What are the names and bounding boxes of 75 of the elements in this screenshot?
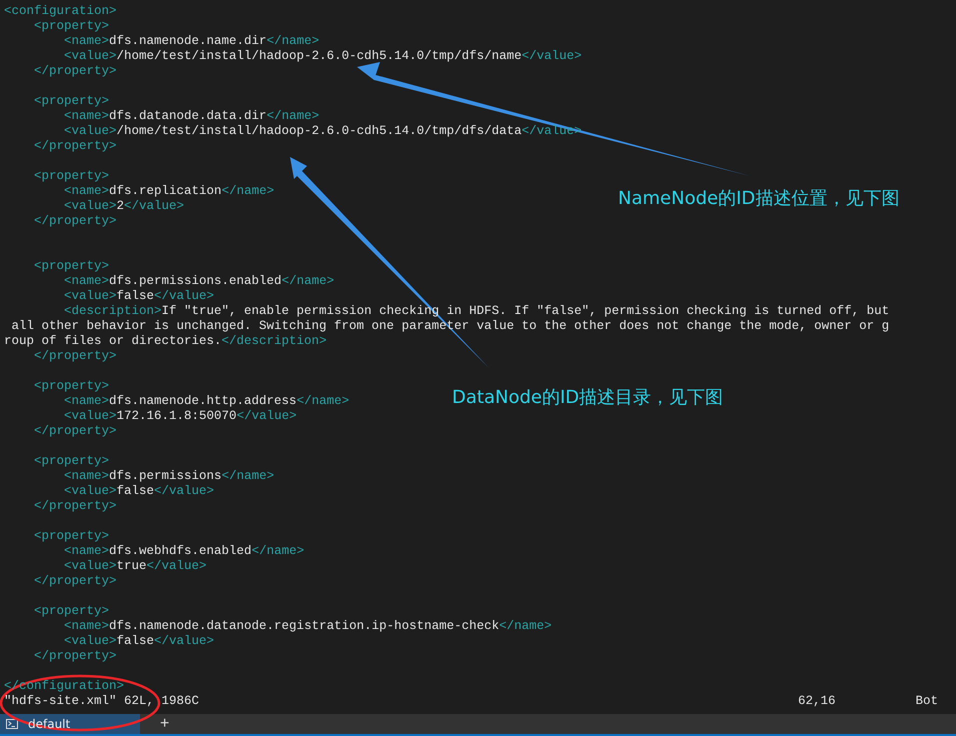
xml-tag: </property> — [4, 214, 117, 229]
xml-text: false — [116, 289, 154, 304]
xml-tag: </name> — [222, 469, 274, 484]
xml-tag: </property> — [4, 574, 117, 589]
file-info: "hdfs-site.xml" 62L, 1986C — [4, 694, 200, 709]
xml-tag: </value> — [522, 49, 582, 64]
xml-text: /home/test/install/hadoop-2.6.0-cdh5.14.0/tmp/dfs/data — [116, 124, 522, 139]
xml-text: false — [116, 484, 154, 499]
xml-tag: </value> — [522, 124, 582, 139]
xml-tag: </name> — [222, 184, 274, 199]
xml-tag: <value> — [4, 409, 117, 424]
xml-tag: </property> — [4, 139, 117, 154]
xml-tag: <value> — [4, 124, 117, 139]
xml-text: dfs.namenode.datanode.registration.ip-hostname-check — [109, 619, 500, 634]
annotation-label: NameNode的ID描述位置，见下图 — [618, 187, 900, 210]
new-tab-button[interactable]: + — [156, 715, 174, 733]
xml-tag: <property> — [4, 169, 110, 184]
xml-tag: <description> — [4, 304, 162, 319]
xml-tag: </description> — [222, 334, 327, 349]
xml-tag: </value> — [146, 559, 207, 574]
xml-tag: <property> — [4, 259, 110, 274]
xml-tag: <value> — [4, 289, 117, 304]
xml-tag: </value> — [154, 289, 214, 304]
xml-text: dfs.namenode.http.address — [109, 394, 297, 409]
xml-tag: <name> — [4, 469, 110, 484]
xml-tag: <name> — [4, 394, 110, 409]
xml-tag: <configuration> — [4, 4, 117, 19]
xml-text: 172.16.1.8:50070 — [116, 409, 237, 424]
xml-tag: </name> — [282, 274, 334, 289]
xml-tag: <name> — [4, 619, 110, 634]
xml-tag: <name> — [4, 109, 110, 124]
xml-tag: </value> — [236, 409, 297, 424]
xml-tag: <property> — [4, 529, 110, 544]
xml-text: 2 — [116, 199, 124, 214]
xml-tag: <property> — [4, 454, 110, 469]
xml-text: dfs.permissions.enabled — [109, 274, 282, 289]
xml-tag: <name> — [4, 184, 110, 199]
xml-text: dfs.replication — [109, 184, 222, 199]
xml-text: /home/test/install/hadoop-2.6.0-cdh5.14.0/tmp/dfs/name — [116, 49, 522, 64]
xml-tag: </property> — [4, 424, 117, 439]
xml-tag: </property> — [4, 64, 117, 79]
xml-text: dfs.webhdfs.enabled — [109, 544, 252, 559]
xml-tag: <property> — [4, 94, 110, 109]
xml-tag: </name> — [266, 34, 320, 49]
xml-tag: <property> — [4, 604, 110, 619]
xml-tag: <property> — [4, 19, 110, 34]
xml-tag: <value> — [4, 49, 117, 64]
cursor-position: 62,16 — [798, 694, 836, 709]
xml-tag: </name> — [252, 544, 304, 559]
annotation-label: DataNode的ID描述目录，见下图 — [452, 386, 724, 409]
xml-tag: <name> — [4, 34, 110, 49]
xml-text: dfs.namenode.name.dir — [109, 34, 267, 49]
xml-tag: <name> — [4, 544, 110, 559]
xml-tag: </property> — [4, 649, 117, 664]
xml-tag: </name> — [296, 394, 350, 409]
xml-tag: <value> — [4, 199, 117, 214]
xml-tag: <property> — [4, 379, 110, 394]
xml-text: dfs.datanode.data.dir — [109, 109, 267, 124]
xml-text: dfs.permissions — [109, 469, 222, 484]
xml-tag: </value> — [124, 199, 184, 214]
xml-text: true — [116, 559, 147, 574]
xml-tag: </value> — [154, 634, 214, 649]
terminal-icon — [6, 719, 18, 729]
xml-tag: </value> — [154, 484, 214, 499]
xml-tag: </name> — [266, 109, 320, 124]
xml-text: roup of files or directories. — [4, 334, 222, 349]
xml-text: false — [116, 634, 154, 649]
xml-tag: <value> — [4, 559, 117, 574]
xml-tag: </property> — [4, 499, 117, 514]
xml-tag: </property> — [4, 349, 117, 364]
xml-tag: <value> — [4, 634, 117, 649]
xml-tag: <name> — [4, 274, 110, 289]
xml-tag: <value> — [4, 484, 117, 499]
scroll-position: Bot — [915, 694, 938, 709]
xml-tag: </name> — [499, 619, 552, 634]
